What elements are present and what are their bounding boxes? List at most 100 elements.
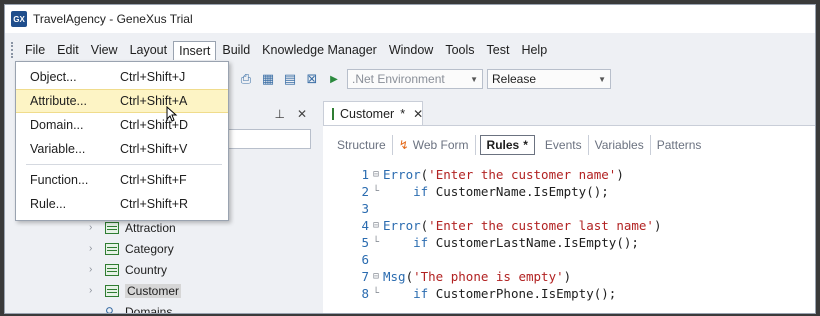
run-icon[interactable]: ▶ bbox=[325, 70, 343, 88]
chevron-down-icon: ▼ bbox=[598, 74, 606, 84]
menu-bar: File Edit View Layout Insert Build Knowl… bbox=[5, 39, 815, 61]
menu-layout[interactable]: Layout bbox=[124, 40, 174, 60]
menu-insert[interactable]: Insert bbox=[173, 40, 217, 60]
close-icon[interactable]: ✕ bbox=[413, 107, 423, 121]
menu-item-object[interactable]: Object... Ctrl+Shift+J bbox=[16, 65, 228, 89]
subtab-variables[interactable]: Variables bbox=[589, 135, 651, 155]
code-text: Msg('The phone is empty') bbox=[383, 269, 572, 284]
subtab-rules[interactable]: Rules * bbox=[479, 135, 535, 155]
genexus-logo-icon: GX bbox=[11, 11, 27, 27]
transaction-icon bbox=[105, 242, 119, 255]
tree-item-country[interactable]: › Country bbox=[65, 259, 181, 280]
menu-separator bbox=[26, 164, 222, 165]
menu-window[interactable]: Window bbox=[383, 40, 439, 60]
menu-item-attribute[interactable]: Attribute... Ctrl+Shift+A bbox=[16, 89, 228, 113]
menu-item-shortcut: Ctrl+Shift+J bbox=[120, 70, 186, 84]
tab-customer-label: Customer bbox=[340, 106, 395, 121]
chevron-right-icon[interactable]: › bbox=[89, 264, 99, 275]
transaction-icon bbox=[105, 221, 119, 234]
fold-icon[interactable]: ⊟ bbox=[369, 220, 383, 231]
menu-tools[interactable]: Tools bbox=[439, 40, 480, 60]
title-bar: GX TravelAgency - GeneXus Trial bbox=[5, 5, 815, 33]
menu-item-domain[interactable]: Domain... Ctrl+Shift+D bbox=[16, 113, 228, 137]
build-icon[interactable]: ▦ bbox=[259, 70, 277, 88]
tab-customer[interactable]: Customer * ✕ bbox=[323, 101, 423, 125]
code-area[interactable]: 1 ⊟ Error('Enter the customer name') 2 └ if… bbox=[353, 166, 661, 302]
tree-item-label: Attraction bbox=[125, 220, 176, 235]
code-line: 8 └ if CustomerPhone.IsEmpty(); bbox=[353, 285, 661, 302]
transaction-icon bbox=[332, 107, 334, 120]
menu-item-label: Function... bbox=[30, 173, 89, 187]
subtab-structure[interactable]: Structure bbox=[331, 135, 393, 155]
dropdown-save-icon[interactable]: ⎙ bbox=[237, 70, 255, 88]
environment-select-value: .Net Environment bbox=[352, 72, 445, 86]
fold-guide: └ bbox=[372, 288, 380, 299]
code-line: 3 bbox=[353, 200, 661, 217]
genexus-window: GX TravelAgency - GeneXus Trial File Edi… bbox=[4, 4, 816, 314]
subtab-patterns[interactable]: Patterns bbox=[651, 135, 708, 155]
tree-item-label: Domains bbox=[125, 304, 173, 314]
line-number: 5 bbox=[361, 235, 369, 250]
fold-guide: └ bbox=[372, 186, 380, 197]
chevron-right-icon[interactable]: › bbox=[89, 285, 99, 296]
menu-file[interactable]: File bbox=[19, 40, 51, 60]
menu-help[interactable]: Help bbox=[515, 40, 553, 60]
configuration-select-value: Release bbox=[492, 72, 537, 86]
subtab-label: Rules bbox=[486, 138, 520, 152]
line-number: 7 bbox=[361, 269, 369, 284]
chevron-right-icon[interactable]: › bbox=[89, 222, 99, 233]
menu-item-function[interactable]: Function... Ctrl+Shift+F bbox=[16, 168, 228, 192]
code-line: 5 └ if CustomerLastName.IsEmpty(); bbox=[353, 234, 661, 251]
toolbar: ↷ ⎙ ▦ ▤ ⊠ ▶ .Net Environment ▼ Release ▼ bbox=[215, 67, 611, 91]
menu-item-label: Object... bbox=[30, 70, 77, 84]
line-number: 6 bbox=[361, 252, 369, 267]
configuration-select[interactable]: Release ▼ bbox=[487, 69, 611, 89]
fold-icon[interactable]: ⊟ bbox=[369, 169, 383, 180]
menubar-grip-icon bbox=[11, 42, 15, 58]
tree-item-customer[interactable]: › Customer bbox=[65, 280, 182, 301]
menu-build[interactable]: Build bbox=[216, 40, 256, 60]
code-line: 6 bbox=[353, 251, 661, 268]
domains-icon: ⚲ bbox=[105, 304, 114, 314]
menu-item-label: Variable... bbox=[30, 142, 86, 156]
line-number: 3 bbox=[361, 201, 369, 216]
subtab-web-form[interactable]: ↯ Web Form bbox=[393, 135, 476, 155]
chevron-right-icon[interactable]: › bbox=[89, 243, 99, 254]
menu-item-rule[interactable]: Rule... Ctrl+Shift+R bbox=[16, 192, 228, 216]
menu-item-variable[interactable]: Variable... Ctrl+Shift+V bbox=[16, 137, 228, 161]
insert-menu-dropdown: Object... Ctrl+Shift+J Attribute... Ctrl… bbox=[15, 61, 229, 221]
object-subtabs: Structure ↯ Web Form Rules * Events Variab… bbox=[331, 132, 707, 158]
subtab-modified-mark: * bbox=[523, 138, 528, 152]
kb-explorer-search-input[interactable] bbox=[217, 129, 311, 149]
code-line: 2 └ if CustomerName.IsEmpty(); bbox=[353, 183, 661, 200]
environment-select[interactable]: .Net Environment ▼ bbox=[347, 69, 483, 89]
menu-item-shortcut: Ctrl+Shift+F bbox=[120, 173, 187, 187]
close-icon[interactable]: ✕ bbox=[297, 107, 307, 121]
transaction-icon bbox=[105, 284, 119, 297]
subtab-label: Variables bbox=[594, 138, 644, 152]
subtab-label: Structure bbox=[337, 138, 386, 152]
fold-icon[interactable]: ⊟ bbox=[369, 271, 383, 282]
menu-test[interactable]: Test bbox=[481, 40, 516, 60]
menu-edit[interactable]: Edit bbox=[51, 40, 85, 60]
code-line: 7 ⊟ Msg('The phone is empty') bbox=[353, 268, 661, 285]
subtab-label: Patterns bbox=[656, 138, 702, 152]
menu-view[interactable]: View bbox=[85, 40, 124, 60]
tree-item-domains[interactable]: ⚲ Domains bbox=[65, 301, 181, 314]
code-text: Error('Enter the customer last name') bbox=[383, 218, 662, 233]
window-title: TravelAgency - GeneXus Trial bbox=[33, 12, 193, 26]
tree-item-category[interactable]: › Category bbox=[65, 238, 181, 259]
code-text: Error('Enter the customer name') bbox=[383, 167, 624, 182]
menu-knowledge-manager[interactable]: Knowledge Manager bbox=[256, 40, 383, 60]
menu-item-label: Attribute... bbox=[30, 94, 87, 108]
tree-item-label: Country bbox=[125, 262, 168, 277]
build-all-icon[interactable]: ▤ bbox=[281, 70, 299, 88]
web-form-icon: ↯ bbox=[398, 138, 409, 152]
subtab-label: Web Form bbox=[412, 138, 469, 152]
pin-icon[interactable]: ⊥ bbox=[274, 107, 284, 121]
cancel-build-icon[interactable]: ⊠ bbox=[303, 70, 321, 88]
subtab-label: Events bbox=[544, 138, 582, 152]
mouse-cursor-icon bbox=[166, 106, 178, 122]
subtab-events[interactable]: Events bbox=[539, 135, 589, 155]
line-number: 4 bbox=[361, 218, 369, 233]
